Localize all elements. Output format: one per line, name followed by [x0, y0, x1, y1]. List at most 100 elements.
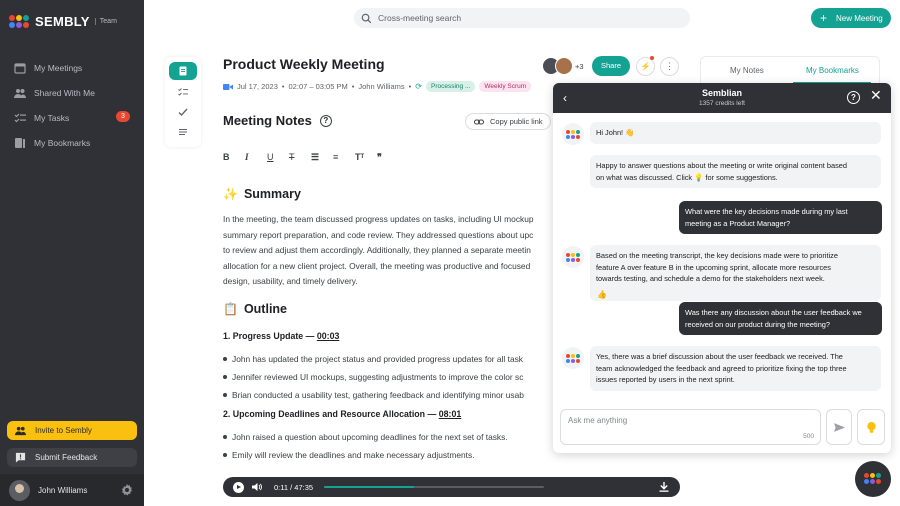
- people-icon: [15, 426, 26, 436]
- section-timestamp-link[interactable]: 00:03: [317, 331, 340, 341]
- semblian-fab-button[interactable]: [855, 461, 891, 497]
- thumbs-up-icon[interactable]: 👍: [597, 290, 607, 299]
- new-meeting-button[interactable]: + New Meeting: [811, 8, 891, 28]
- semblian-avatar: [562, 246, 584, 268]
- chat-message-bot: Hi John! 👋: [590, 122, 881, 144]
- sidebar: SEMBLY Team My Meetings Shared With Me M…: [0, 0, 144, 506]
- chat-message-user: What were the key decisions made during …: [679, 201, 882, 235]
- sembly-logo[interactable]: SEMBLY Team: [9, 14, 117, 29]
- search-icon: [361, 13, 372, 23]
- section-timestamp-link[interactable]: 08:01: [439, 409, 462, 419]
- italic-icon[interactable]: I: [245, 150, 267, 164]
- search-placeholder: Cross-meeting search: [378, 13, 462, 23]
- sidebar-item-my-bookmarks[interactable]: My Bookmarks: [0, 130, 144, 155]
- message-line: team acknowledged the feedback and agree…: [596, 363, 847, 373]
- notes-heading-text: Meeting Notes: [223, 113, 312, 128]
- gear-icon[interactable]: [121, 484, 133, 496]
- tab-my-notes[interactable]: My Notes: [730, 66, 764, 75]
- message-line: Hi John! 👋: [596, 128, 635, 137]
- tasks-tool-button[interactable]: [169, 83, 197, 101]
- sidebar-item-shared-with-me[interactable]: Shared With Me: [0, 80, 144, 105]
- section-title-text: 2. Upcoming Deadlines and Resource Alloc…: [223, 408, 439, 419]
- share-button[interactable]: Share: [592, 56, 630, 76]
- sembly-logo-icon: [566, 253, 580, 262]
- quote-icon[interactable]: ❞: [377, 150, 399, 164]
- chat-input-placeholder: Ask me anything: [568, 416, 628, 425]
- outline-heading-text: Outline: [243, 301, 288, 316]
- invite-to-sembly-button[interactable]: Invite to Sembly: [7, 421, 137, 440]
- sembly-logo-icon: [566, 130, 580, 139]
- strikethrough-icon[interactable]: T: [289, 150, 311, 164]
- play-icon[interactable]: [233, 481, 244, 493]
- participants-avatars[interactable]: +3: [542, 57, 584, 75]
- logo-text: SEMBLY: [35, 14, 90, 29]
- help-icon[interactable]: ?: [847, 91, 860, 104]
- bulleted-list-icon[interactable]: ☰: [311, 150, 333, 164]
- sidebar-item-my-meetings[interactable]: My Meetings: [0, 55, 144, 80]
- list-item: John has updated the project status and …: [223, 350, 554, 368]
- user-profile[interactable]: John Williams: [0, 474, 144, 506]
- ask-me-anything-input[interactable]: Ask me anything 500: [560, 409, 821, 445]
- outline-section-title: 1. Progress Update — 00:03: [223, 326, 554, 346]
- section-bullets: John has updated the project status and …: [223, 350, 554, 404]
- link-icon: [474, 119, 484, 124]
- avatar: [555, 57, 573, 75]
- download-icon[interactable]: [659, 482, 669, 492]
- sidebar-item-label: My Tasks: [34, 112, 70, 123]
- summary-heading-text: Summary: [243, 187, 301, 201]
- playback-progress-bar[interactable]: [324, 486, 544, 488]
- underline-icon[interactable]: U: [267, 150, 289, 164]
- volume-icon[interactable]: [252, 482, 262, 492]
- meeting-time: 02:07 – 03:05 PM: [288, 82, 348, 91]
- submit-feedback-button[interactable]: Submit Feedback: [7, 448, 137, 467]
- new-meeting-label: New Meeting: [836, 13, 883, 23]
- message-line: towards testing, and schedule a demo for…: [596, 274, 825, 284]
- sembly-logo-icon: [566, 354, 580, 363]
- people-icon: [14, 88, 26, 98]
- video-camera-icon: [223, 83, 233, 90]
- sidebar-item-my-tasks[interactable]: My Tasks 3: [0, 105, 144, 130]
- sidebar-item-label: Shared With Me: [34, 87, 95, 98]
- notes-tool-button[interactable]: [169, 62, 197, 80]
- check-icon: [178, 108, 188, 116]
- more-options-icon[interactable]: ⋮: [660, 57, 679, 76]
- help-icon[interactable]: ?: [319, 114, 332, 127]
- meeting-owner: John Williams: [358, 82, 405, 91]
- formatting-toolbar: B I U T ☰ ≡ TT ❞: [223, 150, 399, 164]
- meeting-title: Product Weekly Meeting: [223, 56, 385, 72]
- numbered-list-icon[interactable]: ≡: [333, 150, 355, 164]
- summary-paragraph: In the meeting, the team discussed progr…: [223, 212, 554, 290]
- summary-line: summary report preparation, and code rev…: [223, 229, 534, 240]
- transcript-tool-button[interactable]: [169, 123, 197, 141]
- bookmark-icon: [15, 137, 25, 148]
- list-item: Brian conducted a usability test, gather…: [223, 386, 554, 404]
- lightbulb-icon: [866, 421, 876, 433]
- section-title-text: 1. Progress Update —: [223, 330, 317, 341]
- user-name: John Williams: [38, 485, 88, 495]
- summary-heading: ✨ Summary: [223, 183, 554, 205]
- list-item: Jennifer reviewed UI mockups, suggesting…: [223, 368, 554, 386]
- bold-icon[interactable]: B: [223, 150, 245, 164]
- playback-time: 0:11 / 47:35: [274, 482, 314, 492]
- send-button[interactable]: [826, 409, 852, 445]
- tab-my-bookmarks[interactable]: My Bookmarks: [806, 66, 859, 75]
- weekly-scrum-tag[interactable]: Weekly Scrum: [479, 81, 532, 92]
- checkmark-tool-button[interactable]: [169, 103, 197, 121]
- meeting-meta: Jul 17, 2023 • 02:07 – 03:05 PM • John W…: [223, 81, 532, 92]
- copy-public-link-button[interactable]: Copy public link: [465, 113, 551, 130]
- invite-label: Invite to Sembly: [35, 426, 92, 435]
- outline-heading: 📋 Outline: [223, 298, 554, 320]
- credits-left: 1357 credits left: [699, 100, 745, 107]
- summary-line: design, usability, and timely delivery.: [223, 276, 358, 287]
- close-icon[interactable]: ✕: [870, 88, 882, 102]
- suggestions-button[interactable]: [857, 409, 885, 445]
- feedback-icon: [15, 452, 26, 463]
- text-size-icon[interactable]: TT: [355, 150, 377, 164]
- summary-line: In the meeting, the team discussed progr…: [223, 214, 534, 224]
- message-line: Based on the meeting transcript, the key…: [596, 251, 838, 260]
- tasks-count-badge: 3: [116, 111, 130, 122]
- copy-link-label: Copy public link: [490, 117, 543, 126]
- semblian-avatar: [562, 123, 584, 145]
- cross-meeting-search-input[interactable]: Cross-meeting search: [354, 8, 690, 28]
- notes-content: ✨ Summary In the meeting, the team discu…: [223, 183, 554, 473]
